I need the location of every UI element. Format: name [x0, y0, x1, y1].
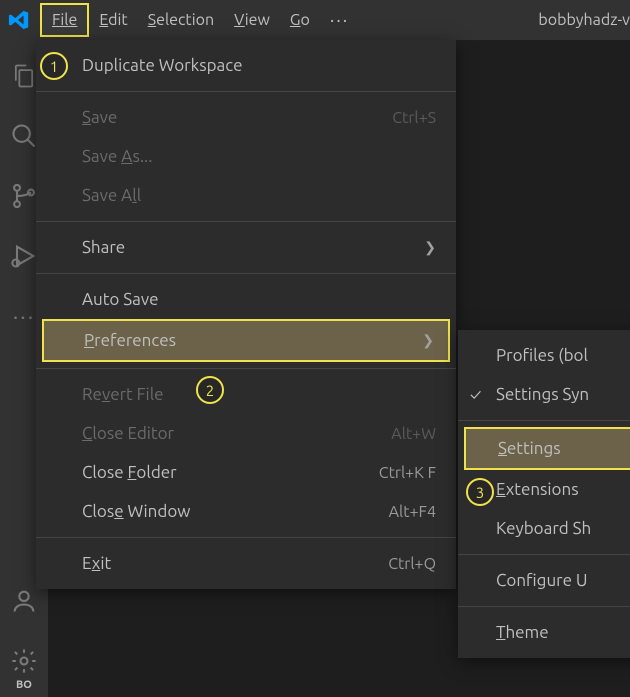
menu-shortcut: Ctrl+K F [379, 464, 436, 482]
callout-2: 2 [196, 376, 224, 404]
callout-1: 1 [40, 52, 68, 80]
menu-label: Auto Save [82, 290, 436, 309]
menubar: File Edit Selection View Go ··· bobbyhad… [0, 0, 630, 40]
check-icon: ✓ [470, 386, 481, 404]
menu-label: Settings [498, 439, 630, 458]
menu-shortcut: Alt+W [391, 425, 436, 443]
callout-3: 3 [466, 478, 494, 506]
menu-edit[interactable]: Edit [89, 5, 137, 35]
menu-label: Close Editor [82, 424, 391, 443]
submenu-item-keyboard[interactable]: Keyboard Sh [458, 509, 630, 548]
menu-separator [36, 273, 456, 274]
menu-label: Save [82, 108, 392, 127]
menu-separator [36, 368, 456, 369]
menu-item-save-as[interactable]: Save As... [36, 137, 456, 176]
submenu-item-settings[interactable]: Settings [464, 427, 630, 470]
settings-gear-icon[interactable] [0, 637, 48, 685]
menu-item-save-all[interactable]: Save All [36, 176, 456, 215]
menu-item-preferences[interactable]: Preferences ❯ [42, 319, 450, 362]
menu-separator [36, 91, 456, 92]
menu-label: Extensions [496, 480, 630, 499]
menu-separator [36, 537, 456, 538]
menu-view[interactable]: View [224, 5, 280, 35]
menu-label: Settings Syn [496, 385, 630, 404]
menu-item-revert-file[interactable]: Revert File [36, 375, 456, 414]
menu-selection[interactable]: Selection [138, 5, 224, 35]
window-title: bobbyhadz-v [538, 11, 630, 29]
submenu-item-profiles[interactable]: Profiles (bol [458, 336, 630, 375]
menu-shortcut: Ctrl+S [392, 109, 436, 127]
menu-shortcut: Ctrl+Q [388, 555, 436, 573]
menu-label: Theme [496, 623, 630, 642]
menu-label: Save As... [82, 147, 436, 166]
menu-label: Share [82, 238, 424, 257]
menu-label: Keyboard Sh [496, 519, 630, 538]
file-menu-dropdown: Duplicate Workspace Save Ctrl+S Save As.… [36, 40, 456, 589]
menu-item-save[interactable]: Save Ctrl+S [36, 98, 456, 137]
menu-label: Exit [82, 554, 388, 573]
menu-separator [458, 606, 630, 607]
menu-item-close-window[interactable]: Close Window Alt+F4 [36, 492, 456, 531]
menu-label: Revert File [82, 385, 436, 404]
menu-item-exit[interactable]: Exit Ctrl+Q [36, 544, 456, 583]
menu-separator [36, 221, 456, 222]
menu-label: Preferences [84, 331, 422, 350]
vscode-logo-icon [8, 9, 30, 31]
chevron-right-icon: ❯ [422, 332, 434, 349]
submenu-item-theme[interactable]: Theme [458, 613, 630, 652]
menu-label: Configure U [496, 571, 630, 590]
chevron-right-icon: ❯ [424, 239, 436, 256]
submenu-item-configure[interactable]: Configure U [458, 561, 630, 600]
menu-label: Close Window [82, 502, 389, 521]
menu-file[interactable]: File [40, 3, 89, 37]
menu-separator [458, 420, 630, 421]
menu-label: Save All [82, 186, 436, 205]
menu-label: Profiles (bol [496, 346, 630, 365]
submenu-item-settings-sync[interactable]: ✓ Settings Syn [458, 375, 630, 414]
menu-shortcut: Alt+F4 [389, 503, 436, 521]
menu-label: Duplicate Workspace [82, 56, 436, 75]
activity-badge: BO [16, 679, 32, 691]
menu-item-duplicate-workspace[interactable]: Duplicate Workspace [36, 46, 456, 85]
menu-label: Close Folder [82, 463, 379, 482]
menu-go[interactable]: Go [280, 5, 320, 35]
menu-item-close-folder[interactable]: Close Folder Ctrl+K F [36, 453, 456, 492]
menu-item-close-editor[interactable]: Close Editor Alt+W [36, 414, 456, 453]
menu-item-share[interactable]: Share ❯ [36, 228, 456, 267]
menu-separator [458, 554, 630, 555]
menu-more-icon[interactable]: ··· [320, 4, 359, 36]
menu-item-auto-save[interactable]: Auto Save [36, 280, 456, 319]
